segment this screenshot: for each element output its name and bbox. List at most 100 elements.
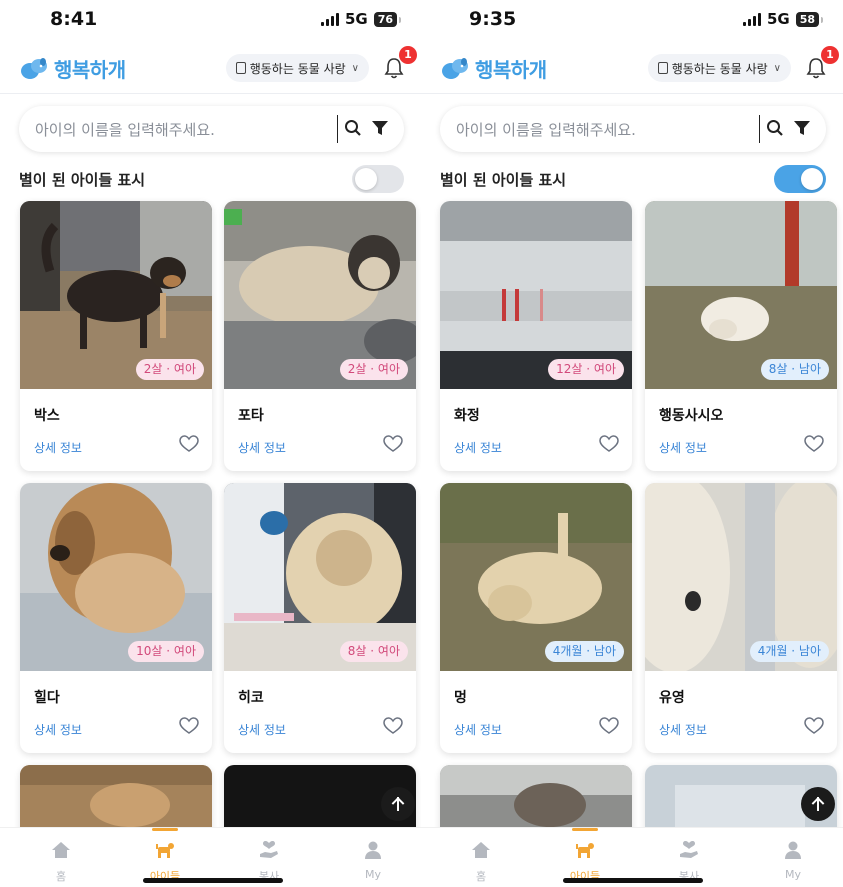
pet-name: 히코 bbox=[238, 690, 264, 706]
detail-link[interactable]: 상세 정보 bbox=[238, 721, 286, 738]
heart-icon[interactable] bbox=[599, 435, 619, 453]
network-label: 5G bbox=[344, 10, 368, 28]
app-header: 행복하개 행동하는 동물 사랑 ∨ 1 bbox=[0, 44, 421, 94]
detail-link[interactable]: 상세 정보 bbox=[34, 439, 82, 456]
pet-card[interactable]: 10살 · 여아 힐다 상세 정보 bbox=[20, 483, 212, 753]
status-time: 9:35 bbox=[469, 8, 517, 30]
detail-link[interactable]: 상세 정보 bbox=[34, 721, 82, 738]
phone-screen-1: 8:41 5G 76 행복하개 행동하는 동물 사랑 ∨ 1 아이의 이름을 입… bbox=[0, 0, 421, 887]
pet-card[interactable]: 12살 · 여아 화정 상세 정보 bbox=[440, 201, 632, 471]
heart-icon[interactable] bbox=[179, 717, 199, 735]
tab-my[interactable]: My bbox=[338, 828, 408, 887]
chevron-down-icon: ∨ bbox=[773, 62, 781, 74]
pet-card[interactable]: 2살 · 여아 박스 상세 정보 bbox=[20, 201, 212, 471]
search-input[interactable]: 아이의 이름을 입력해주세요. bbox=[456, 119, 636, 140]
home-indicator bbox=[563, 878, 703, 883]
notification-badge: 1 bbox=[821, 46, 839, 64]
app-comparison: 8:41 5G 76 행복하개 행동하는 동물 사랑 ∨ 1 아이의 이름을 입… bbox=[0, 0, 843, 887]
age-badge: 10살 · 여아 bbox=[128, 641, 204, 662]
dog-icon bbox=[576, 843, 594, 858]
toggle-knob bbox=[801, 168, 823, 190]
user-icon bbox=[365, 841, 381, 859]
shelter-selector[interactable]: 행동하는 동물 사랑 ∨ bbox=[225, 54, 369, 82]
search-bar[interactable]: 아이의 이름을 입력해주세요. bbox=[19, 106, 404, 152]
shelter-name: 행동하는 동물 사랑 bbox=[671, 61, 768, 76]
home-icon bbox=[472, 842, 490, 858]
age-badge: 4개월 · 남아 bbox=[544, 641, 624, 662]
search-icon[interactable] bbox=[766, 119, 784, 137]
pet-card[interactable]: 8살 · 여아 히코 상세 정보 bbox=[224, 483, 416, 753]
building-icon bbox=[657, 62, 668, 74]
app-header: 행복하개 행동하는 동물 사랑 ∨ 1 bbox=[421, 44, 843, 94]
filter-icon[interactable] bbox=[372, 121, 388, 136]
heart-icon[interactable] bbox=[599, 717, 619, 735]
heart-icon[interactable] bbox=[383, 717, 403, 735]
age-badge: 8살 · 남아 bbox=[760, 359, 829, 380]
detail-link[interactable]: 상세 정보 bbox=[454, 721, 502, 738]
home-icon bbox=[52, 842, 70, 858]
pet-card[interactable]: 4개월 · 남아 멍 상세 정보 bbox=[440, 483, 632, 753]
scroll-top-button[interactable] bbox=[801, 787, 835, 821]
volunteer-icon bbox=[260, 841, 278, 858]
dog-logo-icon bbox=[21, 57, 47, 79]
stars-toggle[interactable] bbox=[774, 165, 826, 193]
tab-label: My bbox=[364, 868, 381, 881]
notification-badge: 1 bbox=[399, 46, 417, 64]
pet-name: 박스 bbox=[34, 408, 60, 424]
pet-card[interactable]: 2살 · 여아 포타 상세 정보 bbox=[224, 201, 416, 471]
stars-row: 별이 된 아이들 표시 bbox=[19, 164, 404, 194]
pet-name: 멍 bbox=[454, 690, 467, 706]
status-indicators: 5G 58 bbox=[742, 10, 824, 28]
battery-icon: 76 bbox=[373, 11, 402, 27]
age-badge: 8살 · 여아 bbox=[339, 641, 408, 662]
detail-link[interactable]: 상세 정보 bbox=[659, 439, 707, 456]
stars-row: 별이 된 아이들 표시 bbox=[440, 164, 826, 194]
volunteer-icon bbox=[680, 841, 698, 858]
toggle-knob bbox=[355, 168, 377, 190]
signal-icon bbox=[320, 12, 339, 26]
heart-icon[interactable] bbox=[179, 435, 199, 453]
heart-icon[interactable] bbox=[383, 435, 403, 453]
user-icon bbox=[785, 841, 801, 859]
app-title: 행복하개 bbox=[54, 58, 126, 82]
pet-card[interactable]: 4개월 · 남아 유영 상세 정보 bbox=[645, 483, 837, 753]
battery-icon: 58 bbox=[795, 11, 824, 27]
network-label: 5G bbox=[766, 10, 790, 28]
age-badge: 2살 · 여아 bbox=[339, 359, 408, 380]
pet-card[interactable]: 8살 · 남아 행동사시오 상세 정보 bbox=[645, 201, 837, 471]
signal-icon bbox=[742, 12, 761, 26]
filter-icon[interactable] bbox=[794, 121, 810, 136]
app-logo[interactable]: 행복하개 bbox=[441, 54, 547, 83]
age-badge: 4개월 · 남아 bbox=[749, 641, 829, 662]
status-time: 8:41 bbox=[50, 8, 98, 30]
heart-icon[interactable] bbox=[804, 435, 824, 453]
pet-name: 화정 bbox=[454, 408, 480, 424]
shelter-selector[interactable]: 행동하는 동물 사랑 ∨ bbox=[647, 54, 791, 82]
search-divider bbox=[337, 115, 338, 143]
tab-label: 홈 bbox=[55, 870, 67, 883]
tab-home[interactable]: 홈 bbox=[446, 828, 516, 887]
stars-toggle[interactable] bbox=[352, 165, 404, 193]
pet-name: 행동사시오 bbox=[659, 408, 724, 424]
detail-link[interactable]: 상세 정보 bbox=[454, 439, 502, 456]
tab-home[interactable]: 홈 bbox=[26, 828, 96, 887]
tab-my[interactable]: My bbox=[758, 828, 828, 887]
pet-name: 포타 bbox=[238, 408, 264, 424]
tab-label: My bbox=[784, 868, 801, 881]
scroll-top-button[interactable] bbox=[381, 787, 415, 821]
detail-link[interactable]: 상세 정보 bbox=[238, 439, 286, 456]
app-logo[interactable]: 행복하개 bbox=[20, 54, 126, 83]
tab-label: 홈 bbox=[475, 870, 487, 883]
chevron-down-icon: ∨ bbox=[351, 62, 359, 74]
search-bar[interactable]: 아이의 이름을 입력해주세요. bbox=[440, 106, 826, 152]
phone-screen-2: 9:35 5G 58 행복하개 행동하는 동물 사랑 ∨ 1 아이의 이름을 입… bbox=[421, 0, 843, 887]
home-indicator bbox=[143, 878, 283, 883]
detail-link[interactable]: 상세 정보 bbox=[659, 721, 707, 738]
search-icon[interactable] bbox=[344, 119, 362, 137]
status-indicators: 5G 76 bbox=[320, 10, 402, 28]
search-input[interactable]: 아이의 이름을 입력해주세요. bbox=[35, 119, 215, 140]
building-icon bbox=[235, 62, 246, 74]
heart-icon[interactable] bbox=[804, 717, 824, 735]
app-title: 행복하개 bbox=[475, 58, 547, 82]
pet-name: 힐다 bbox=[34, 690, 60, 706]
